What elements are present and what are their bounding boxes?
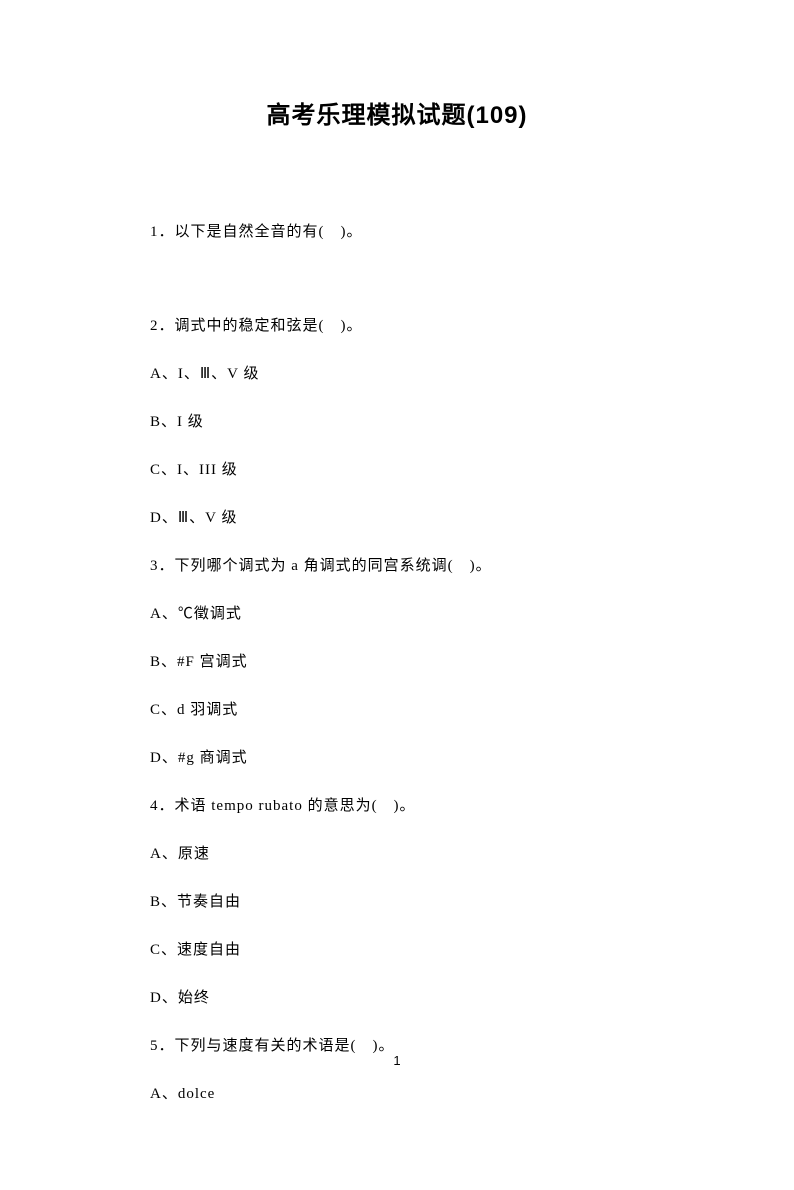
question-3-option-d: D、#g 商调式 — [150, 746, 644, 770]
question-1: 1．以下是自然全音的有( )。 — [150, 220, 644, 244]
question-2-option-a: A、I、Ⅲ、V 级 — [150, 362, 644, 386]
question-2: 2．调式中的稳定和弦是( )。 — [150, 314, 644, 338]
question-4-option-a: A、原速 — [150, 842, 644, 866]
question-2-option-b: B、I 级 — [150, 410, 644, 434]
question-2-option-d: D、Ⅲ、V 级 — [150, 506, 644, 530]
question-4-option-c: C、速度自由 — [150, 938, 644, 962]
page-number: 1 — [0, 1053, 794, 1068]
question-4: 4．术语 tempo rubato 的意思为( )。 — [150, 794, 644, 818]
question-2-option-c: C、I、III 级 — [150, 458, 644, 482]
question-3-option-c: C、d 羽调式 — [150, 698, 644, 722]
question-4-option-b: B、节奏自由 — [150, 890, 644, 914]
question-3: 3．下列哪个调式为 a 角调式的同宫系统调( )。 — [150, 554, 644, 578]
question-5-option-a: A、dolce — [150, 1082, 644, 1106]
question-3-option-b: B、#F 宫调式 — [150, 650, 644, 674]
page-title: 高考乐理模拟试题(109) — [150, 95, 644, 130]
question-3-option-a: A、℃徵调式 — [150, 602, 644, 626]
question-4-option-d: D、始终 — [150, 986, 644, 1010]
